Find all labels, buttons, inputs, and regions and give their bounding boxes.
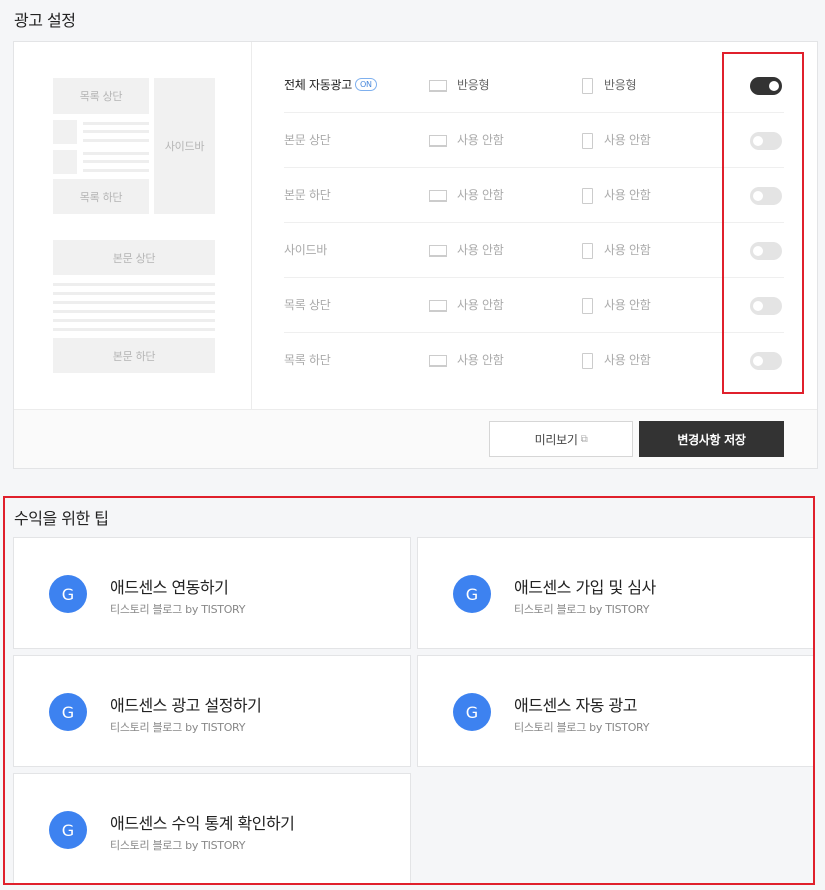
tip-title: 애드센스 연동하기	[110, 578, 229, 597]
tip-card[interactable]: G 애드센스 연동하기 티스토리 블로그 by TISTORY	[13, 537, 411, 649]
ad-row-label: 본문 하단	[284, 188, 331, 202]
toggle-knob	[753, 136, 763, 146]
mobile-ad-type: 반응형	[604, 78, 637, 92]
ad-layout-preview: 목록 상단 사이드바 목록 하단 본문 상단 본문 하단	[14, 42, 252, 409]
mobile-ad-type: 사용 안함	[604, 243, 651, 257]
preview-line	[53, 319, 215, 322]
preview-line	[83, 122, 149, 125]
toggle-list-bottom[interactable]	[750, 352, 782, 370]
monitor-icon	[429, 355, 447, 367]
tip-source: 티스토리 블로그 by TISTORY	[110, 603, 246, 616]
preview-line	[53, 292, 215, 295]
save-changes-button[interactable]: 변경사항 저장	[639, 421, 784, 457]
monitor-icon	[429, 245, 447, 257]
ad-settings-title: 광고 설정	[14, 11, 76, 30]
toggle-body-top[interactable]	[750, 132, 782, 150]
tip-source: 티스토리 블로그 by TISTORY	[514, 721, 650, 734]
tip-title: 애드센스 자동 광고	[514, 696, 637, 715]
preview-line	[53, 310, 215, 313]
preview-line	[83, 130, 149, 133]
preview-list-bottom: 목록 하단	[53, 179, 149, 214]
preview-line	[83, 152, 149, 155]
toggle-auto-ads[interactable]	[750, 77, 782, 95]
google-icon: G	[49, 693, 87, 731]
ad-placement-list: 전체 자동광고 ON 반응형 반응형 본문 상단 사용 안함 사용 안함 본문 하…	[284, 58, 784, 388]
tips-title: 수익을 위한 팁	[14, 509, 109, 528]
preview-line	[53, 328, 215, 331]
phone-icon	[582, 188, 593, 204]
ad-row-label: 사이드바	[284, 243, 327, 257]
toggle-sidebar[interactable]	[750, 242, 782, 260]
google-icon: G	[453, 693, 491, 731]
google-icon: G	[49, 575, 87, 613]
toggle-knob	[769, 81, 779, 91]
tip-source: 티스토리 블로그 by TISTORY	[514, 603, 650, 616]
mobile-ad-type: 사용 안함	[604, 353, 651, 367]
preview-button[interactable]: 미리보기 ⧉	[489, 421, 633, 457]
ad-row-sidebar: 사이드바 사용 안함 사용 안함	[284, 223, 784, 278]
pc-ad-type: 사용 안함	[457, 188, 504, 202]
tip-card[interactable]: G 애드센스 가입 및 심사 티스토리 블로그 by TISTORY	[417, 537, 815, 649]
ad-row-label: 목록 하단	[284, 353, 331, 367]
tip-card[interactable]: G 애드센스 자동 광고 티스토리 블로그 by TISTORY	[417, 655, 815, 767]
pc-ad-type: 사용 안함	[457, 243, 504, 257]
ad-settings-panel: 목록 상단 사이드바 목록 하단 본문 상단 본문 하단 전체 자동광고 ON 반…	[13, 41, 818, 469]
ad-row-body-top: 본문 상단 사용 안함 사용 안함	[284, 113, 784, 168]
preview-line	[83, 169, 149, 172]
preview-line	[53, 301, 215, 304]
tip-card[interactable]: G 애드센스 광고 설정하기 티스토리 블로그 by TISTORY	[13, 655, 411, 767]
phone-icon	[582, 353, 593, 369]
preview-body-top: 본문 상단	[53, 240, 215, 275]
preview-body-bottom: 본문 하단	[53, 338, 215, 373]
monitor-icon	[429, 80, 447, 92]
tip-title: 애드센스 가입 및 심사	[514, 578, 656, 597]
preview-thumbnail	[53, 120, 77, 144]
preview-line	[53, 283, 215, 286]
phone-icon	[582, 243, 593, 259]
tip-source: 티스토리 블로그 by TISTORY	[110, 839, 246, 852]
on-badge: ON	[354, 78, 377, 91]
monitor-icon	[429, 190, 447, 202]
pc-ad-type: 사용 안함	[457, 133, 504, 147]
ad-row-list-bottom: 목록 하단 사용 안함 사용 안함	[284, 333, 784, 388]
tip-source: 티스토리 블로그 by TISTORY	[110, 721, 246, 734]
external-link-icon: ⧉	[580, 433, 588, 445]
tip-title: 애드센스 수익 통계 확인하기	[110, 814, 295, 833]
preview-line	[83, 139, 149, 142]
pc-ad-type: 사용 안함	[457, 353, 504, 367]
mobile-ad-type: 사용 안함	[604, 188, 651, 202]
toggle-knob	[753, 356, 763, 366]
tip-title: 애드센스 광고 설정하기	[110, 696, 262, 715]
phone-icon	[582, 78, 593, 94]
ad-row-list-top: 목록 상단 사용 안함 사용 안함	[284, 278, 784, 333]
monitor-icon	[429, 300, 447, 312]
toggle-knob	[753, 191, 763, 201]
mobile-ad-type: 사용 안함	[604, 298, 651, 312]
toggle-body-bottom[interactable]	[750, 187, 782, 205]
preview-sidebar: 사이드바	[154, 78, 215, 214]
mobile-ad-type: 사용 안함	[604, 133, 651, 147]
ad-row-auto: 전체 자동광고 ON 반응형 반응형	[284, 58, 784, 113]
monitor-icon	[429, 135, 447, 147]
ad-row-label: 목록 상단	[284, 298, 331, 312]
tip-card[interactable]: G 애드센스 수익 통계 확인하기 티스토리 블로그 by TISTORY	[13, 773, 411, 885]
ad-row-label: 전체 자동광고 ON	[284, 58, 377, 113]
google-icon: G	[49, 811, 87, 849]
ad-row-body-bottom: 본문 하단 사용 안함 사용 안함	[284, 168, 784, 223]
phone-icon	[582, 133, 593, 149]
preview-thumbnail	[53, 150, 77, 174]
phone-icon	[582, 298, 593, 314]
toggle-knob	[753, 301, 763, 311]
ad-row-label: 본문 상단	[284, 133, 331, 147]
pc-ad-type: 반응형	[457, 78, 490, 92]
pc-ad-type: 사용 안함	[457, 298, 504, 312]
preview-line	[83, 160, 149, 163]
toggle-knob	[753, 246, 763, 256]
toggle-list-top[interactable]	[750, 297, 782, 315]
google-icon: G	[453, 575, 491, 613]
ad-settings-footer: 미리보기 ⧉ 변경사항 저장	[14, 409, 817, 468]
preview-list-top: 목록 상단	[53, 78, 149, 114]
